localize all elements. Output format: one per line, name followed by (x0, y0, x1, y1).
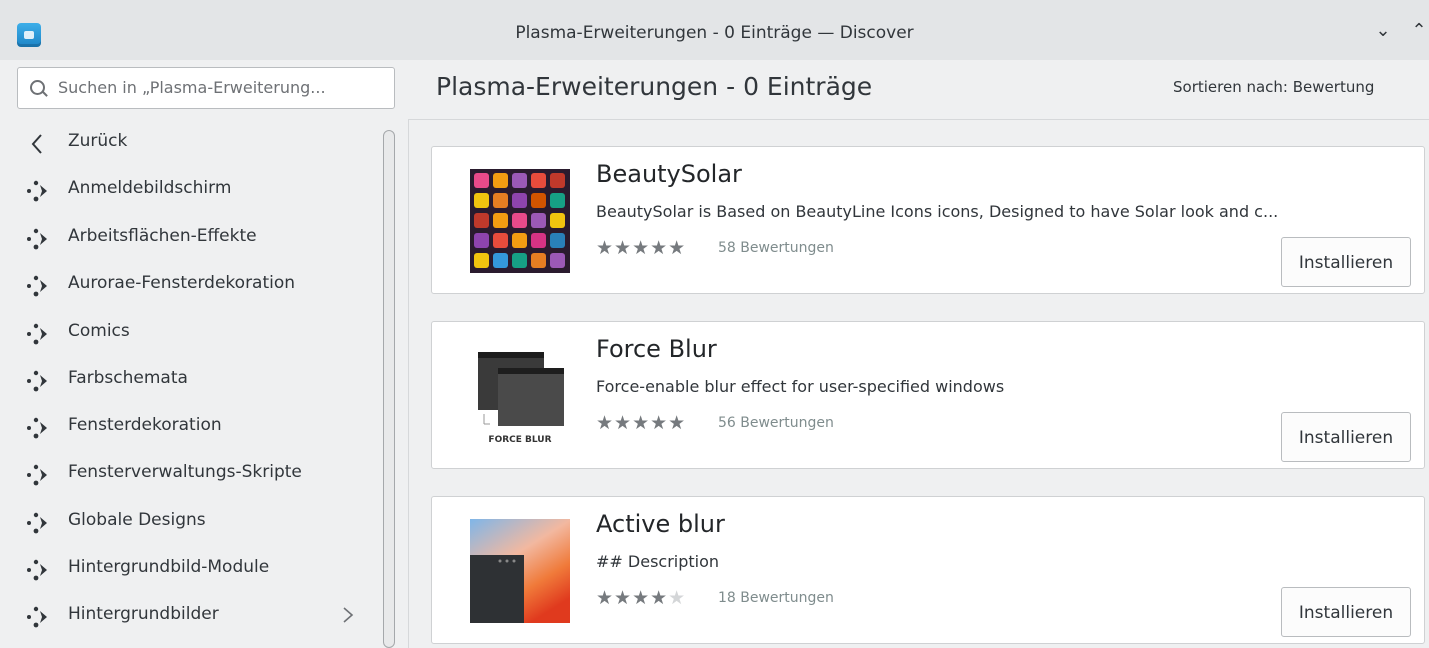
chevron-right-icon (343, 607, 354, 623)
sidebar-item-label: Anmeldebildschirm (68, 178, 232, 198)
chevron-up-icon[interactable]: ⌃ (1408, 20, 1429, 42)
plasma-icon (27, 370, 47, 392)
plasma-icon (27, 417, 47, 439)
page-title: Plasma-Erweiterungen - 0 Einträge (436, 72, 873, 101)
sidebar-item-globale-designs[interactable]: Globale Designs (0, 499, 370, 545)
chevron-down-icon[interactable]: ⌄ (1372, 20, 1394, 42)
result-card[interactable]: Active blur ## Description ★★★★★ 18 Bewe… (431, 496, 1425, 644)
force-blur-thumbnail: FORCE BLUR (470, 344, 570, 448)
sidebar-item-label: Hintergrundbild-Module (68, 557, 270, 577)
result-title[interactable]: Force Blur (596, 335, 717, 363)
search-icon (30, 80, 45, 95)
install-button[interactable]: Installieren (1281, 412, 1411, 462)
sidebar-item-back[interactable]: Zurück (0, 120, 370, 166)
plasma-icon (27, 228, 47, 250)
thumb-caption: FORCE BLUR (488, 435, 551, 445)
rating-stars: ★★★★★ (596, 237, 687, 259)
result-description: BeautySolar is Based on BeautyLine Icons… (596, 202, 1279, 221)
sidebar: Zurück Anmeldebildschirm Arbeitsflächen-… (0, 120, 408, 648)
plasma-icon (27, 180, 47, 202)
title-bar: Plasma-Erweiterungen - 0 Einträge — Disc… (0, 0, 1429, 60)
plasma-icon (27, 606, 47, 628)
sidebar-item-hintergrundbilder[interactable]: Hintergrundbilder (0, 593, 370, 639)
sort-dropdown[interactable]: Sortieren nach: Bewertung (1173, 78, 1374, 96)
search-input[interactable]: Suchen in „Plasma-Erweiterung... (17, 67, 395, 109)
back-arrow-icon (31, 134, 42, 154)
sidebar-item-label: Hintergrundbilder (68, 604, 219, 624)
result-description: Force-enable blur effect for user-specif… (596, 377, 1005, 396)
plasma-icon (27, 559, 47, 581)
sidebar-item-label: Farbschemata (68, 368, 188, 388)
plasma-icon (27, 464, 47, 486)
sidebar-item-aurorae-fensterdekoration[interactable]: Aurorae-Fensterdekoration (0, 262, 370, 308)
sidebar-item-label: Globale Designs (68, 510, 206, 530)
search-placeholder: Suchen in „Plasma-Erweiterung... (58, 78, 326, 97)
sidebar-divider (408, 120, 409, 648)
result-card[interactable]: BeautySolar BeautySolar is Based on Beau… (431, 146, 1425, 294)
install-button[interactable]: Installieren (1281, 587, 1411, 637)
plasma-icon (27, 323, 47, 345)
plasma-icon (27, 512, 47, 534)
result-title[interactable]: Active blur (596, 510, 725, 538)
active-blur-thumbnail (470, 519, 570, 623)
sidebar-item-hintergrundbild-module[interactable]: Hintergrundbild-Module (0, 546, 370, 592)
rating-stars: ★★★★★ (596, 587, 687, 609)
result-description: ## Description (596, 552, 720, 571)
plasma-icon (27, 275, 47, 297)
sidebar-item-label: Comics (68, 321, 130, 341)
sidebar-item-anmeldebildschirm[interactable]: Anmeldebildschirm (0, 167, 370, 213)
rating-count: 18 Bewertungen (718, 590, 834, 606)
sidebar-scrollbar[interactable] (383, 130, 395, 648)
sidebar-item-label: Fensterdekoration (68, 415, 222, 435)
result-card[interactable]: FORCE BLUR Force Blur Force-enable blur … (431, 321, 1425, 469)
sidebar-item-label: Zurück (68, 131, 128, 151)
install-button[interactable]: Installieren (1281, 237, 1411, 287)
window-title: Plasma-Erweiterungen - 0 Einträge — Disc… (515, 23, 914, 43)
beautysolar-thumbnail (470, 169, 570, 273)
sidebar-item-farbschemata[interactable]: Farbschemata (0, 357, 370, 403)
sidebar-item-fensterdekoration[interactable]: Fensterdekoration (0, 404, 370, 450)
sidebar-item-fensterverwaltungs-skripte[interactable]: Fensterverwaltungs-Skripte (0, 451, 370, 497)
sidebar-item-label: Arbeitsflächen-Effekte (68, 226, 257, 246)
rating-stars: ★★★★★ (596, 412, 687, 434)
sidebar-item-label: Fensterverwaltungs-Skripte (68, 462, 302, 482)
sidebar-item-arbeitsflaechen-effekte[interactable]: Arbeitsflächen-Effekte (0, 215, 370, 261)
rating-count: 56 Bewertungen (718, 415, 834, 431)
sidebar-item-comics[interactable]: Comics (0, 310, 370, 356)
sidebar-item-label: Aurorae-Fensterdekoration (68, 273, 296, 293)
rating-count: 58 Bewertungen (718, 240, 834, 256)
result-title[interactable]: BeautySolar (596, 160, 742, 188)
header-divider (408, 119, 1429, 120)
